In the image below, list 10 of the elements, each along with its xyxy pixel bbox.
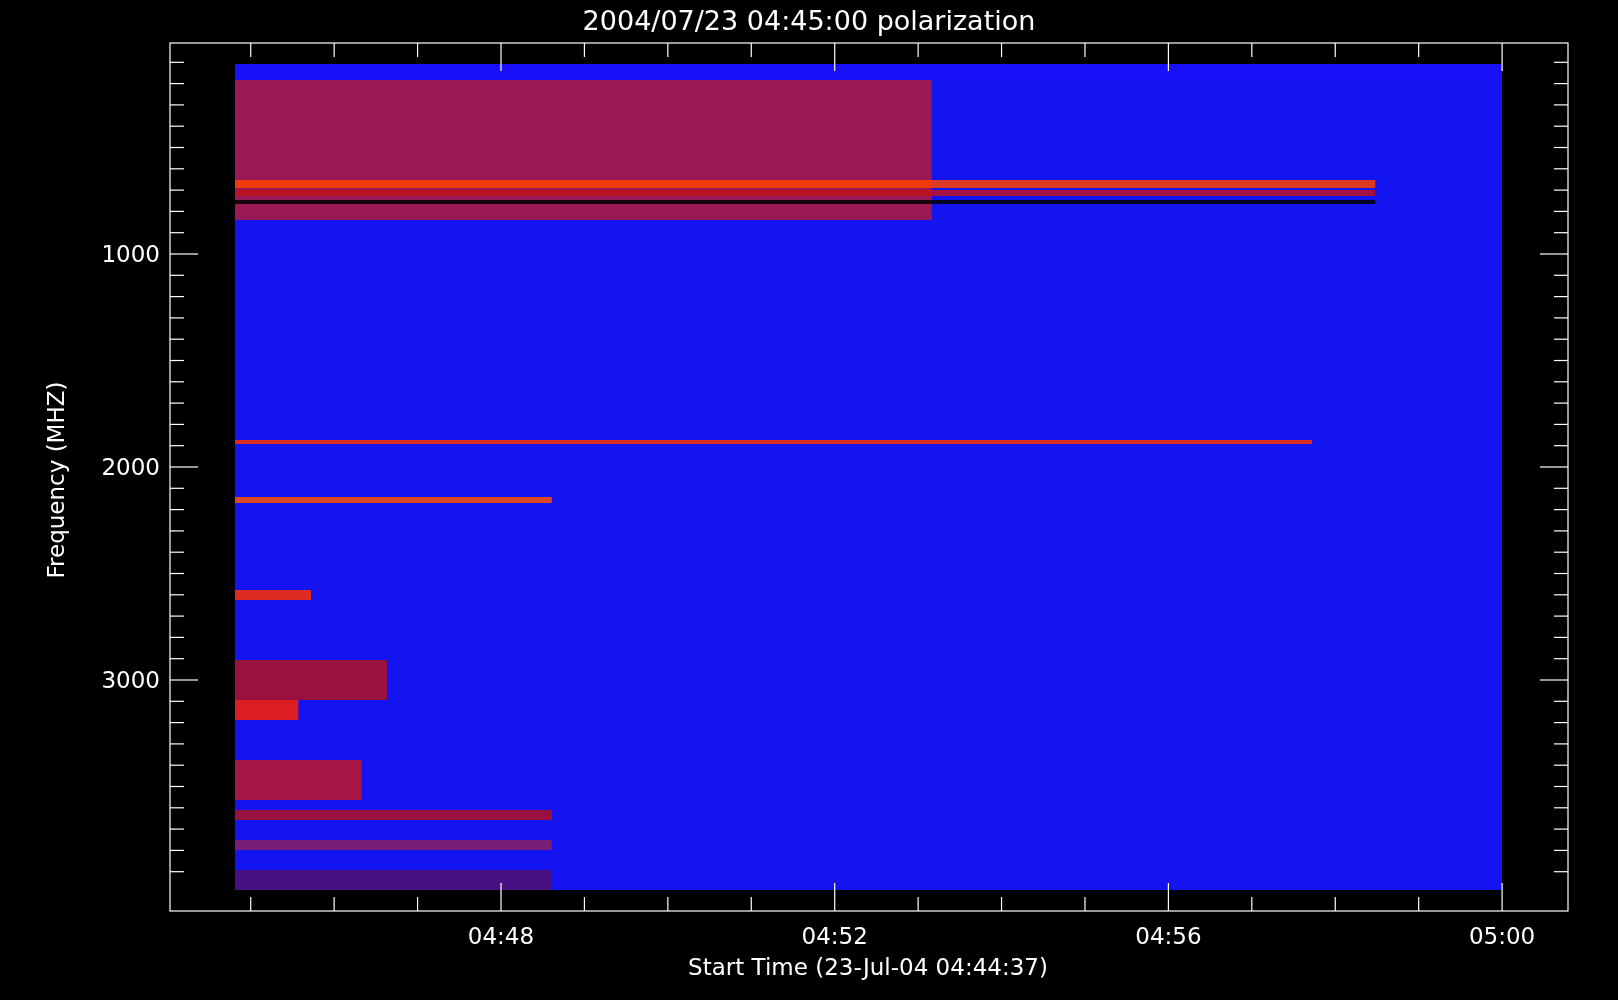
- x-tick-label: 04:48: [467, 923, 535, 949]
- y-tick-label: 2000: [101, 454, 160, 480]
- chart-title: 2004/07/23 04:45:00 polarization: [582, 5, 1036, 36]
- y-tick-label: 3000: [101, 667, 160, 693]
- x-tick-label: 04:56: [1135, 923, 1202, 949]
- y-axis-label: Frequency (MHZ): [43, 381, 69, 579]
- x-axis-label: Start Time (23-Jul-04 04:44:37): [688, 954, 1048, 980]
- x-tick-label: 05:00: [1468, 923, 1536, 949]
- y-tick-label: 1000: [101, 241, 160, 267]
- x-tick-label: 04:52: [801, 923, 868, 949]
